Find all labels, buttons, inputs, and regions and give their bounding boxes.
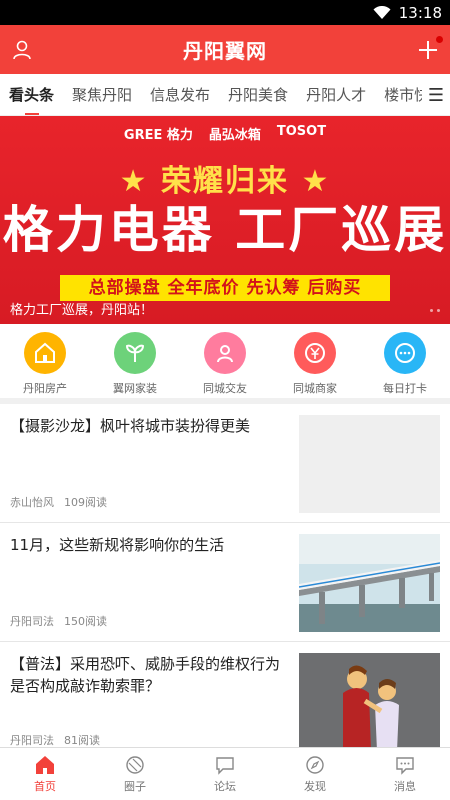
banner-pager (430, 309, 440, 312)
tab-focus-danyang[interactable]: 聚焦丹阳 (63, 74, 141, 115)
nav-discover[interactable]: 发现 (270, 748, 360, 800)
news-list: 【摄影沙龙】枫叶将城市装扮得更美 赤山怡风 109阅读 11月，这些新规将影响你的… (0, 404, 450, 774)
house-icon (24, 332, 66, 374)
quick-realestate[interactable]: 丹阳房产 (5, 332, 85, 396)
news-reads: 81阅读 (64, 734, 100, 747)
yen-icon (294, 332, 336, 374)
menu-icon[interactable]: ☰ (422, 74, 450, 115)
quick-decoration[interactable]: 翼网家装 (95, 332, 175, 396)
chat-icon (384, 332, 426, 374)
tab-headlines[interactable]: 看头条 (0, 74, 63, 115)
app-title: 丹阳翼网 (183, 39, 267, 63)
add-button[interactable] (416, 35, 443, 62)
nav-label: 首页 (34, 779, 56, 793)
news-thumbnail (299, 415, 440, 513)
notification-dot (436, 35, 443, 43)
quick-label: 每日打卡 (383, 382, 427, 395)
nav-label: 发现 (304, 779, 326, 793)
news-reads: 109阅读 (64, 496, 107, 509)
quick-links: 丹阳房产 翼网家装 同城交友 同城商家 每日打卡 (0, 324, 450, 404)
news-source: 丹阳司法 (10, 734, 54, 747)
banner-brands: GREE 格力 晶弘冰箱 TOSOT (0, 124, 450, 143)
nav-label: 圈子 (124, 779, 146, 793)
nav-home[interactable]: 首页 (0, 748, 90, 800)
user-icon[interactable] (10, 38, 34, 62)
quick-checkin[interactable]: 每日打卡 (365, 332, 445, 396)
news-item[interactable]: 【普法】采用恐吓、威胁手段的维权行为是否构成敲诈勒索罪？ 丹阳司法 81阅读 (0, 642, 450, 761)
circle-icon (126, 755, 144, 774)
news-meta: 丹阳司法 81阅读 (10, 732, 289, 748)
tab-food[interactable]: 丹阳美食 (219, 74, 297, 115)
nav-circle[interactable]: 圈子 (90, 748, 180, 800)
banner-headline: ★ 荣耀归来 ★ (119, 164, 331, 199)
promo-banner[interactable]: GREE 格力 晶弘冰箱 TOSOT ★ 荣耀归来 ★ 格力电器 工厂巡展 总部… (0, 116, 450, 324)
news-meta: 赤山怡风 109阅读 (10, 494, 289, 510)
nav-forum[interactable]: 论坛 (180, 748, 270, 800)
quick-label: 丹阳房产 (23, 382, 67, 395)
status-bar: 13:18 (0, 0, 450, 25)
brand-tosot: TOSOT (276, 124, 327, 139)
banner-slogan: 总部操盘 全年底价 先认筹 后购买 (60, 275, 390, 301)
compass-icon (306, 755, 324, 774)
news-source: 丹阳司法 (10, 615, 54, 628)
tab-talent[interactable]: 丹阳人才 (297, 74, 375, 115)
home-icon (36, 755, 54, 774)
bottom-nav: 首页 圈子 论坛 发现 消息 (0, 747, 450, 800)
nav-label: 消息 (394, 779, 416, 793)
tab-info-post[interactable]: 信息发布 (141, 74, 219, 115)
message-icon (396, 756, 414, 775)
heart-person-icon (204, 332, 246, 374)
news-item[interactable]: 【摄影沙龙】枫叶将城市装扮得更美 赤山怡风 109阅读 (0, 404, 450, 523)
news-source: 赤山怡风 (10, 496, 54, 509)
news-reads: 150阅读 (64, 615, 107, 628)
news-meta: 丹阳司法 150阅读 (10, 613, 289, 629)
status-time: 13:18 (398, 3, 442, 22)
news-item[interactable]: 11月，这些新规将影响你的生活 丹阳司法 150阅读 (0, 523, 450, 642)
banner-caption: 格力工厂巡展，丹阳站！ (10, 303, 154, 318)
quick-label: 同城商家 (293, 382, 337, 395)
quick-dating[interactable]: 同城交友 (185, 332, 265, 396)
wifi-icon (373, 5, 391, 19)
banner-title: 格力电器 工厂巡展 (2, 201, 448, 259)
app-header: 丹阳翼网 (0, 25, 450, 74)
quick-label: 翼网家装 (113, 382, 157, 395)
brand-jinghong: 晶弘冰箱 (208, 128, 261, 143)
news-thumbnail (299, 653, 440, 751)
category-tabs: 看头条 聚焦丹阳 信息发布 丹阳美食 丹阳人才 楼市快 ☰ (0, 74, 450, 116)
forum-icon (216, 756, 234, 775)
brand-gree: GREE 格力 (123, 128, 193, 143)
nav-messages[interactable]: 消息 (360, 748, 450, 800)
plus-icon (419, 40, 437, 59)
news-title: 【摄影沙龙】枫叶将城市装扮得更美 (10, 417, 251, 435)
news-title: 【普法】采用恐吓、威胁手段的维权行为是否构成敲诈勒索罪？ (10, 655, 281, 695)
quick-merchants[interactable]: 同城商家 (275, 332, 355, 396)
nav-label: 论坛 (214, 779, 236, 793)
sprout-icon (114, 332, 156, 374)
news-thumbnail (299, 534, 440, 632)
news-title: 11月，这些新规将影响你的生活 (10, 536, 225, 554)
quick-label: 同城交友 (203, 382, 247, 395)
